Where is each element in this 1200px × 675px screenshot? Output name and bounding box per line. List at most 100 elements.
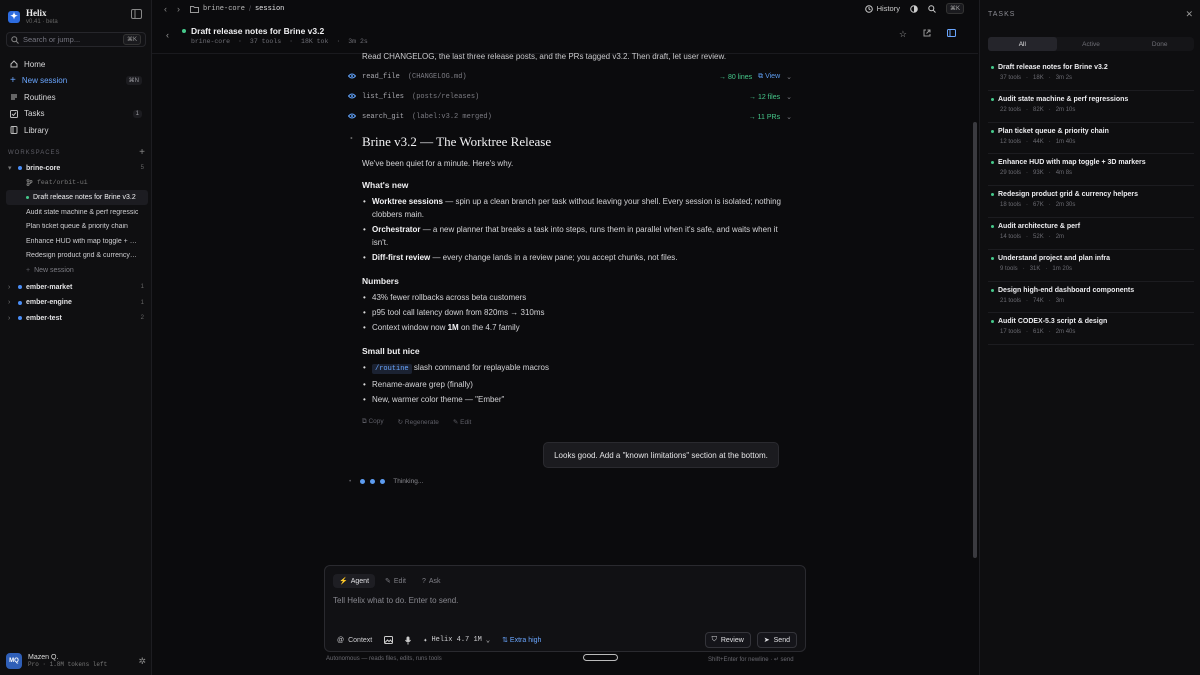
breadcrumb-project[interactable]: brine-core xyxy=(203,5,245,13)
review-label: Review xyxy=(720,636,744,644)
image-icon[interactable] xyxy=(384,636,394,644)
collapse-chevron-icon[interactable]: ‹ xyxy=(166,30,169,40)
share-icon[interactable] xyxy=(923,29,931,40)
task-item[interactable]: Plan ticket queue & priority chain 12 too… xyxy=(988,123,1194,155)
gear-icon[interactable]: ✲ xyxy=(138,656,146,667)
search-box[interactable]: ⌘K xyxy=(6,32,146,47)
task-item[interactable]: Audit architecture & perf 14 tools · 52K · 2m xyxy=(988,218,1194,250)
review-button[interactable]: ⛉ Review xyxy=(704,632,751,648)
session-item[interactable]: Redesign product grid & currency helpers xyxy=(6,249,148,264)
task-item[interactable]: Audit CODEX-5.3 script & design 17 tools ·… xyxy=(988,313,1194,346)
workspace-dot xyxy=(18,285,22,290)
nav-new-session[interactable]: + New session ⌘N xyxy=(6,73,146,90)
sparkle-icon: ✦ xyxy=(423,636,428,645)
star-icon[interactable]: ☆ xyxy=(899,29,907,40)
search-icon[interactable] xyxy=(928,4,936,13)
view-link[interactable]: ⧉ View xyxy=(758,73,780,81)
session-label: Plan ticket queue & priority chain xyxy=(26,223,128,231)
context-button[interactable]: @ Context xyxy=(337,637,372,644)
nav-routines[interactable]: Routines xyxy=(6,89,146,106)
add-workspace-icon[interactable]: + xyxy=(139,147,146,158)
tool-call-row[interactable]: read_file (CHANGELOG.md) → 80 lines ⧉ Vi… xyxy=(348,67,792,87)
composer-input[interactable] xyxy=(333,596,793,605)
filter-done[interactable]: Done xyxy=(1125,37,1194,51)
item-text: — every change lands in a review pane; y… xyxy=(430,253,678,262)
chevron-right-icon[interactable]: › xyxy=(8,315,14,322)
tasks-header: TASKS ✕ xyxy=(988,9,1194,20)
task-meta: 21 tools · 74K · 3m xyxy=(1000,297,1065,304)
task-item[interactable]: Enhance HUD with map toggle + 3D markers… xyxy=(988,154,1194,187)
mode-agent[interactable]: ⚡ Agent xyxy=(333,574,376,588)
sidebar-toggle-icon[interactable] xyxy=(131,9,143,20)
workspace-brine-core[interactable]: ▾ brine-core 5 xyxy=(6,161,148,176)
list-item: Orchestrator — a new planner that breaks… xyxy=(362,223,792,249)
thinking-indicator: • Thinking... xyxy=(349,478,423,485)
nav-library[interactable]: Library xyxy=(6,122,146,139)
chevron-down-icon[interactable]: ⌄ xyxy=(786,73,792,81)
chevron-down-icon[interactable]: ⌄ xyxy=(786,113,792,121)
list-item: Diff-first review — every change lands i… xyxy=(362,251,792,264)
close-icon[interactable]: ✕ xyxy=(1185,9,1194,20)
history-button[interactable]: History xyxy=(864,4,900,13)
task-item[interactable]: Understand project and plan infra 9 tools… xyxy=(988,250,1194,282)
tool-call-row[interactable]: search_git (label:v3.2 merged) → 11 PRs … xyxy=(348,107,792,127)
task-meta: 22 tools · 82K · 2m 10s xyxy=(1000,106,1076,113)
mode-edit[interactable]: ✎ Edit xyxy=(379,574,412,588)
user-name: Mazen Q. xyxy=(28,654,59,661)
task-tools: 14 tools xyxy=(1000,233,1022,240)
task-title: Design high-end dashboard components xyxy=(998,286,1135,294)
panel-icon[interactable] xyxy=(947,29,956,40)
task-item[interactable]: Audit state machine & perf regressions 22… xyxy=(988,91,1194,123)
task-duration: 2m xyxy=(1055,233,1065,240)
regenerate-button[interactable]: ↻ Regenerate xyxy=(398,418,439,426)
status-dot xyxy=(991,66,994,69)
mode-label: Edit xyxy=(393,577,406,585)
task-item[interactable]: Design high-end dashboard components 21 t… xyxy=(988,282,1194,314)
chevron-right-icon[interactable]: › xyxy=(8,284,14,291)
draft-heading: • Brine v3.2 — The Worktree Release xyxy=(350,134,792,150)
filter-all[interactable]: All xyxy=(988,37,1057,51)
session-item[interactable]: Draft release notes for Brine v3.2 xyxy=(6,190,148,205)
item-text: — a new planner that breaks a task into … xyxy=(372,225,778,247)
section-numbers: Numbers xyxy=(362,276,399,286)
task-item[interactable]: Redesign product grid & currency helpers… xyxy=(988,186,1194,218)
workspace-ember-engine[interactable]: › ember-engine 1 xyxy=(6,295,148,310)
eye-icon xyxy=(348,73,356,79)
scroll-handle[interactable] xyxy=(583,654,618,661)
item-text: on the 4.7 family xyxy=(458,323,520,332)
edit-button[interactable]: ✎ Edit xyxy=(453,418,471,426)
list-item: Rename-aware grep (finally) xyxy=(362,378,792,391)
model-selector[interactable]: ✦ Helix 4.7 1M ⌄ xyxy=(423,636,490,645)
chevron-right-icon[interactable]: › xyxy=(8,299,14,306)
mode-ask[interactable]: ? Ask xyxy=(416,574,447,588)
copy-button[interactable]: ⧉ Copy xyxy=(362,418,384,426)
workspace-ember-test[interactable]: › ember-test 2 xyxy=(6,311,148,326)
mode-tabs: ⚡ Agent ✎ Edit ? Ask xyxy=(333,574,447,588)
task-title-row: Understand project and plan infra xyxy=(991,255,1194,262)
user-profile[interactable]: MQ Mazen Q. Pro · 1.8M tokens left ✲ xyxy=(6,653,146,669)
forward-icon[interactable]: › xyxy=(177,4,180,14)
session-item[interactable]: Audit state machine & perf regressions xyxy=(6,205,148,220)
routines-icon xyxy=(10,93,18,101)
main-scrollbar[interactable] xyxy=(973,122,977,558)
new-session-link[interactable]: + New session xyxy=(6,263,148,278)
send-icon: ➤ xyxy=(763,637,770,644)
nav-tasks[interactable]: Tasks 1 xyxy=(6,106,146,123)
microphone-icon[interactable] xyxy=(405,636,412,645)
effort-selector[interactable]: ⇅ Extra high xyxy=(502,636,541,644)
workspace-ember-market[interactable]: › ember-market 1 xyxy=(6,280,148,295)
search-input[interactable] xyxy=(23,35,113,44)
session-item[interactable]: Enhance HUD with map toggle + 3D markers xyxy=(6,234,148,249)
session-item[interactable]: Plan ticket queue & priority chain xyxy=(6,219,148,234)
status-dot xyxy=(991,288,994,292)
task-item[interactable]: Draft release notes for Brine v3.2 37 too… xyxy=(988,59,1194,91)
chevron-down-icon[interactable]: ⌄ xyxy=(786,93,792,101)
send-button[interactable]: ➤ Send xyxy=(756,632,797,648)
filter-active[interactable]: Active xyxy=(1057,37,1126,51)
chevron-down-icon[interactable]: ▾ xyxy=(8,164,14,172)
tool-call-row[interactable]: list_files (posts/releases) → 12 files ⌄ xyxy=(348,87,792,107)
back-icon[interactable]: ‹ xyxy=(164,4,167,14)
theme-icon[interactable] xyxy=(910,4,918,13)
branch-row[interactable]: feat/orbit-ui xyxy=(6,176,148,191)
nav-home[interactable]: Home xyxy=(6,56,146,73)
